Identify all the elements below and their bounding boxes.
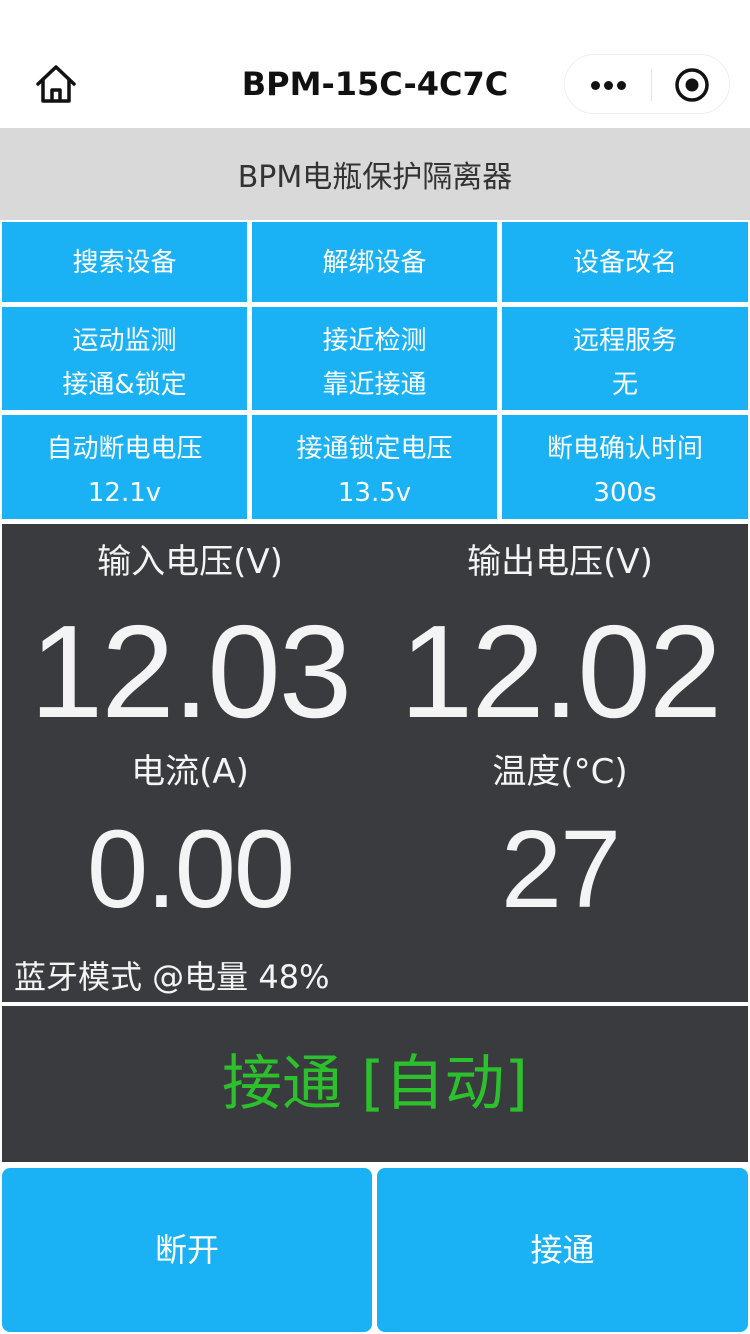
button-label: 接通 (530, 1231, 595, 1269)
button-label: 解绑设备 (322, 248, 427, 278)
temperature-label: 温度(°C) (492, 752, 628, 792)
button-label: 设备改名 (572, 248, 677, 278)
close-miniapp-button[interactable] (653, 55, 731, 115)
home-button[interactable] (30, 60, 82, 108)
target-close-icon (675, 68, 709, 102)
disconnect-button[interactable]: 断开 (2, 1168, 372, 1332)
button-label: 搜索设备 (72, 248, 177, 278)
output-voltage-label: 输出电压(V) (467, 542, 653, 582)
button-value: 接通&锁定 (62, 370, 187, 400)
motion-detect-button[interactable]: 运动监测 接通&锁定 (2, 307, 247, 410)
button-label: 远程服务 (572, 326, 677, 356)
connection-state-text: 接通 [自动] (222, 1049, 528, 1119)
capsule-divider (651, 69, 652, 101)
button-value: 300s (593, 478, 657, 508)
connect-lock-voltage-button[interactable]: 接通锁定电压 13.5v (252, 415, 497, 519)
unbind-device-button[interactable]: 解绑设备 (252, 222, 497, 302)
input-voltage-value: 12.03 (29, 598, 352, 745)
button-label: 运动监测 (72, 326, 177, 356)
connection-state-panel: 接通 [自动] (2, 1006, 748, 1162)
app-header: BPM电瓶保护隔离器 (0, 128, 750, 220)
button-value: 无 (611, 370, 638, 400)
button-label: 自动断电电压 (46, 434, 203, 464)
connect-button[interactable]: 接通 (377, 1168, 748, 1332)
proximity-detect-button[interactable]: 接近检测 靠近接通 (252, 307, 497, 410)
current-label: 电流(A) (131, 752, 249, 792)
button-label: 接通锁定电压 (296, 434, 453, 464)
monitor-panel: 输入电压(V) 输出电压(V) 12.03 12.02 电流(A) 温度(°C)… (2, 524, 748, 1002)
nav-bar: BPM-15C-4C7C (0, 0, 750, 128)
button-value: 12.1v (87, 478, 162, 508)
search-device-button[interactable]: 搜索设备 (2, 222, 247, 302)
cutoff-confirm-time-button[interactable]: 断电确认时间 300s (502, 415, 748, 519)
button-label: 断电确认时间 (546, 434, 703, 464)
temperature-value: 27 (500, 808, 621, 931)
rename-device-button[interactable]: 设备改名 (502, 222, 748, 302)
more-button[interactable] (565, 55, 651, 115)
bluetooth-battery-status: 蓝牙模式 @电量 48% (14, 958, 330, 996)
home-icon (36, 65, 76, 103)
button-value: 13.5v (337, 478, 412, 508)
current-value: 0.00 (86, 808, 295, 931)
button-label: 接近检测 (322, 326, 427, 356)
remote-service-button[interactable]: 远程服务 无 (502, 307, 748, 410)
button-label: 断开 (154, 1231, 219, 1269)
auto-cutoff-voltage-button[interactable]: 自动断电电压 12.1v (2, 415, 247, 519)
menu-capsule (564, 54, 730, 114)
button-value: 靠近接通 (322, 370, 427, 400)
output-voltage-value: 12.02 (399, 598, 722, 745)
input-voltage-label: 输入电压(V) (97, 542, 283, 582)
